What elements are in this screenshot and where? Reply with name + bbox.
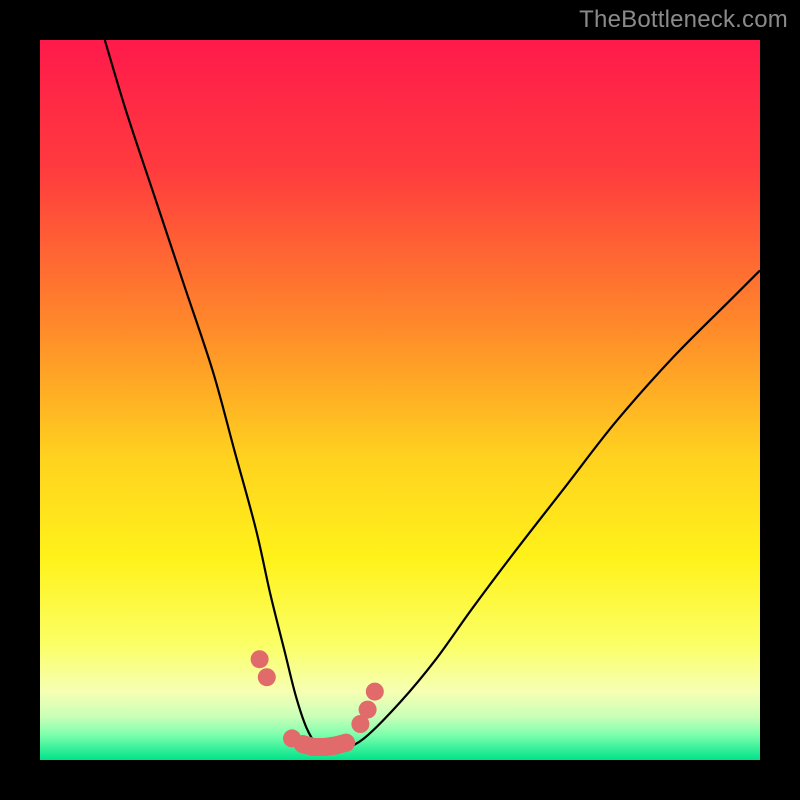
bottleneck-curve [105,40,760,753]
threshold-marker [337,734,355,752]
threshold-marker [366,683,384,701]
watermark-text: TheBottleneck.com [579,6,788,34]
curve-layer [40,40,760,760]
chart-frame: TheBottleneck.com [0,0,800,800]
threshold-markers [251,650,384,756]
threshold-marker [258,668,276,686]
threshold-marker [251,650,269,668]
threshold-marker [359,701,377,719]
plot-area [40,40,760,760]
